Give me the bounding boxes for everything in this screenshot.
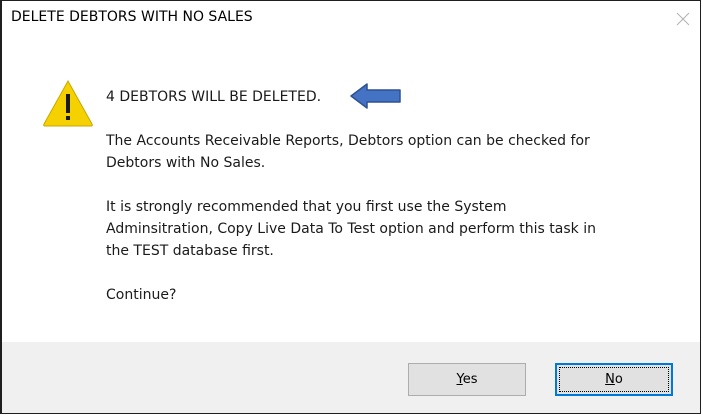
- yes-button[interactable]: Yes: [408, 363, 526, 396]
- title-bar[interactable]: DELETE DEBTORS WITH NO SALES: [2, 1, 700, 35]
- message-paragraph-1-line-2: Debtors with No Sales.: [106, 155, 266, 171]
- message-paragraph-2-line-2: Adminsitration, Copy Live Data To Test o…: [106, 221, 596, 237]
- message-paragraph-1-line-1: The Accounts Receivable Reports, Debtors…: [106, 133, 590, 149]
- warning-icon: [43, 79, 93, 127]
- button-bar: Yes No: [2, 342, 700, 413]
- dialog-title: DELETE DEBTORS WITH NO SALES: [11, 9, 253, 25]
- close-icon[interactable]: [676, 12, 690, 26]
- message-headline: 4 DEBTORS WILL BE DELETED.: [106, 89, 322, 105]
- message-paragraph-2-line-3: the TEST database first.: [106, 243, 274, 259]
- message-paragraph-2-line-1: It is strongly recommended that you firs…: [106, 199, 507, 215]
- no-button[interactable]: No: [555, 363, 673, 396]
- continue-question: Continue?: [106, 287, 177, 303]
- no-button-mnemonic: N: [605, 372, 615, 387]
- left-arrow-icon: [350, 83, 401, 109]
- message-dialog: DELETE DEBTORS WITH NO SALES 4 DEBTORS W…: [0, 0, 701, 414]
- no-button-label: o: [614, 372, 623, 387]
- yes-button-label: es: [462, 372, 478, 387]
